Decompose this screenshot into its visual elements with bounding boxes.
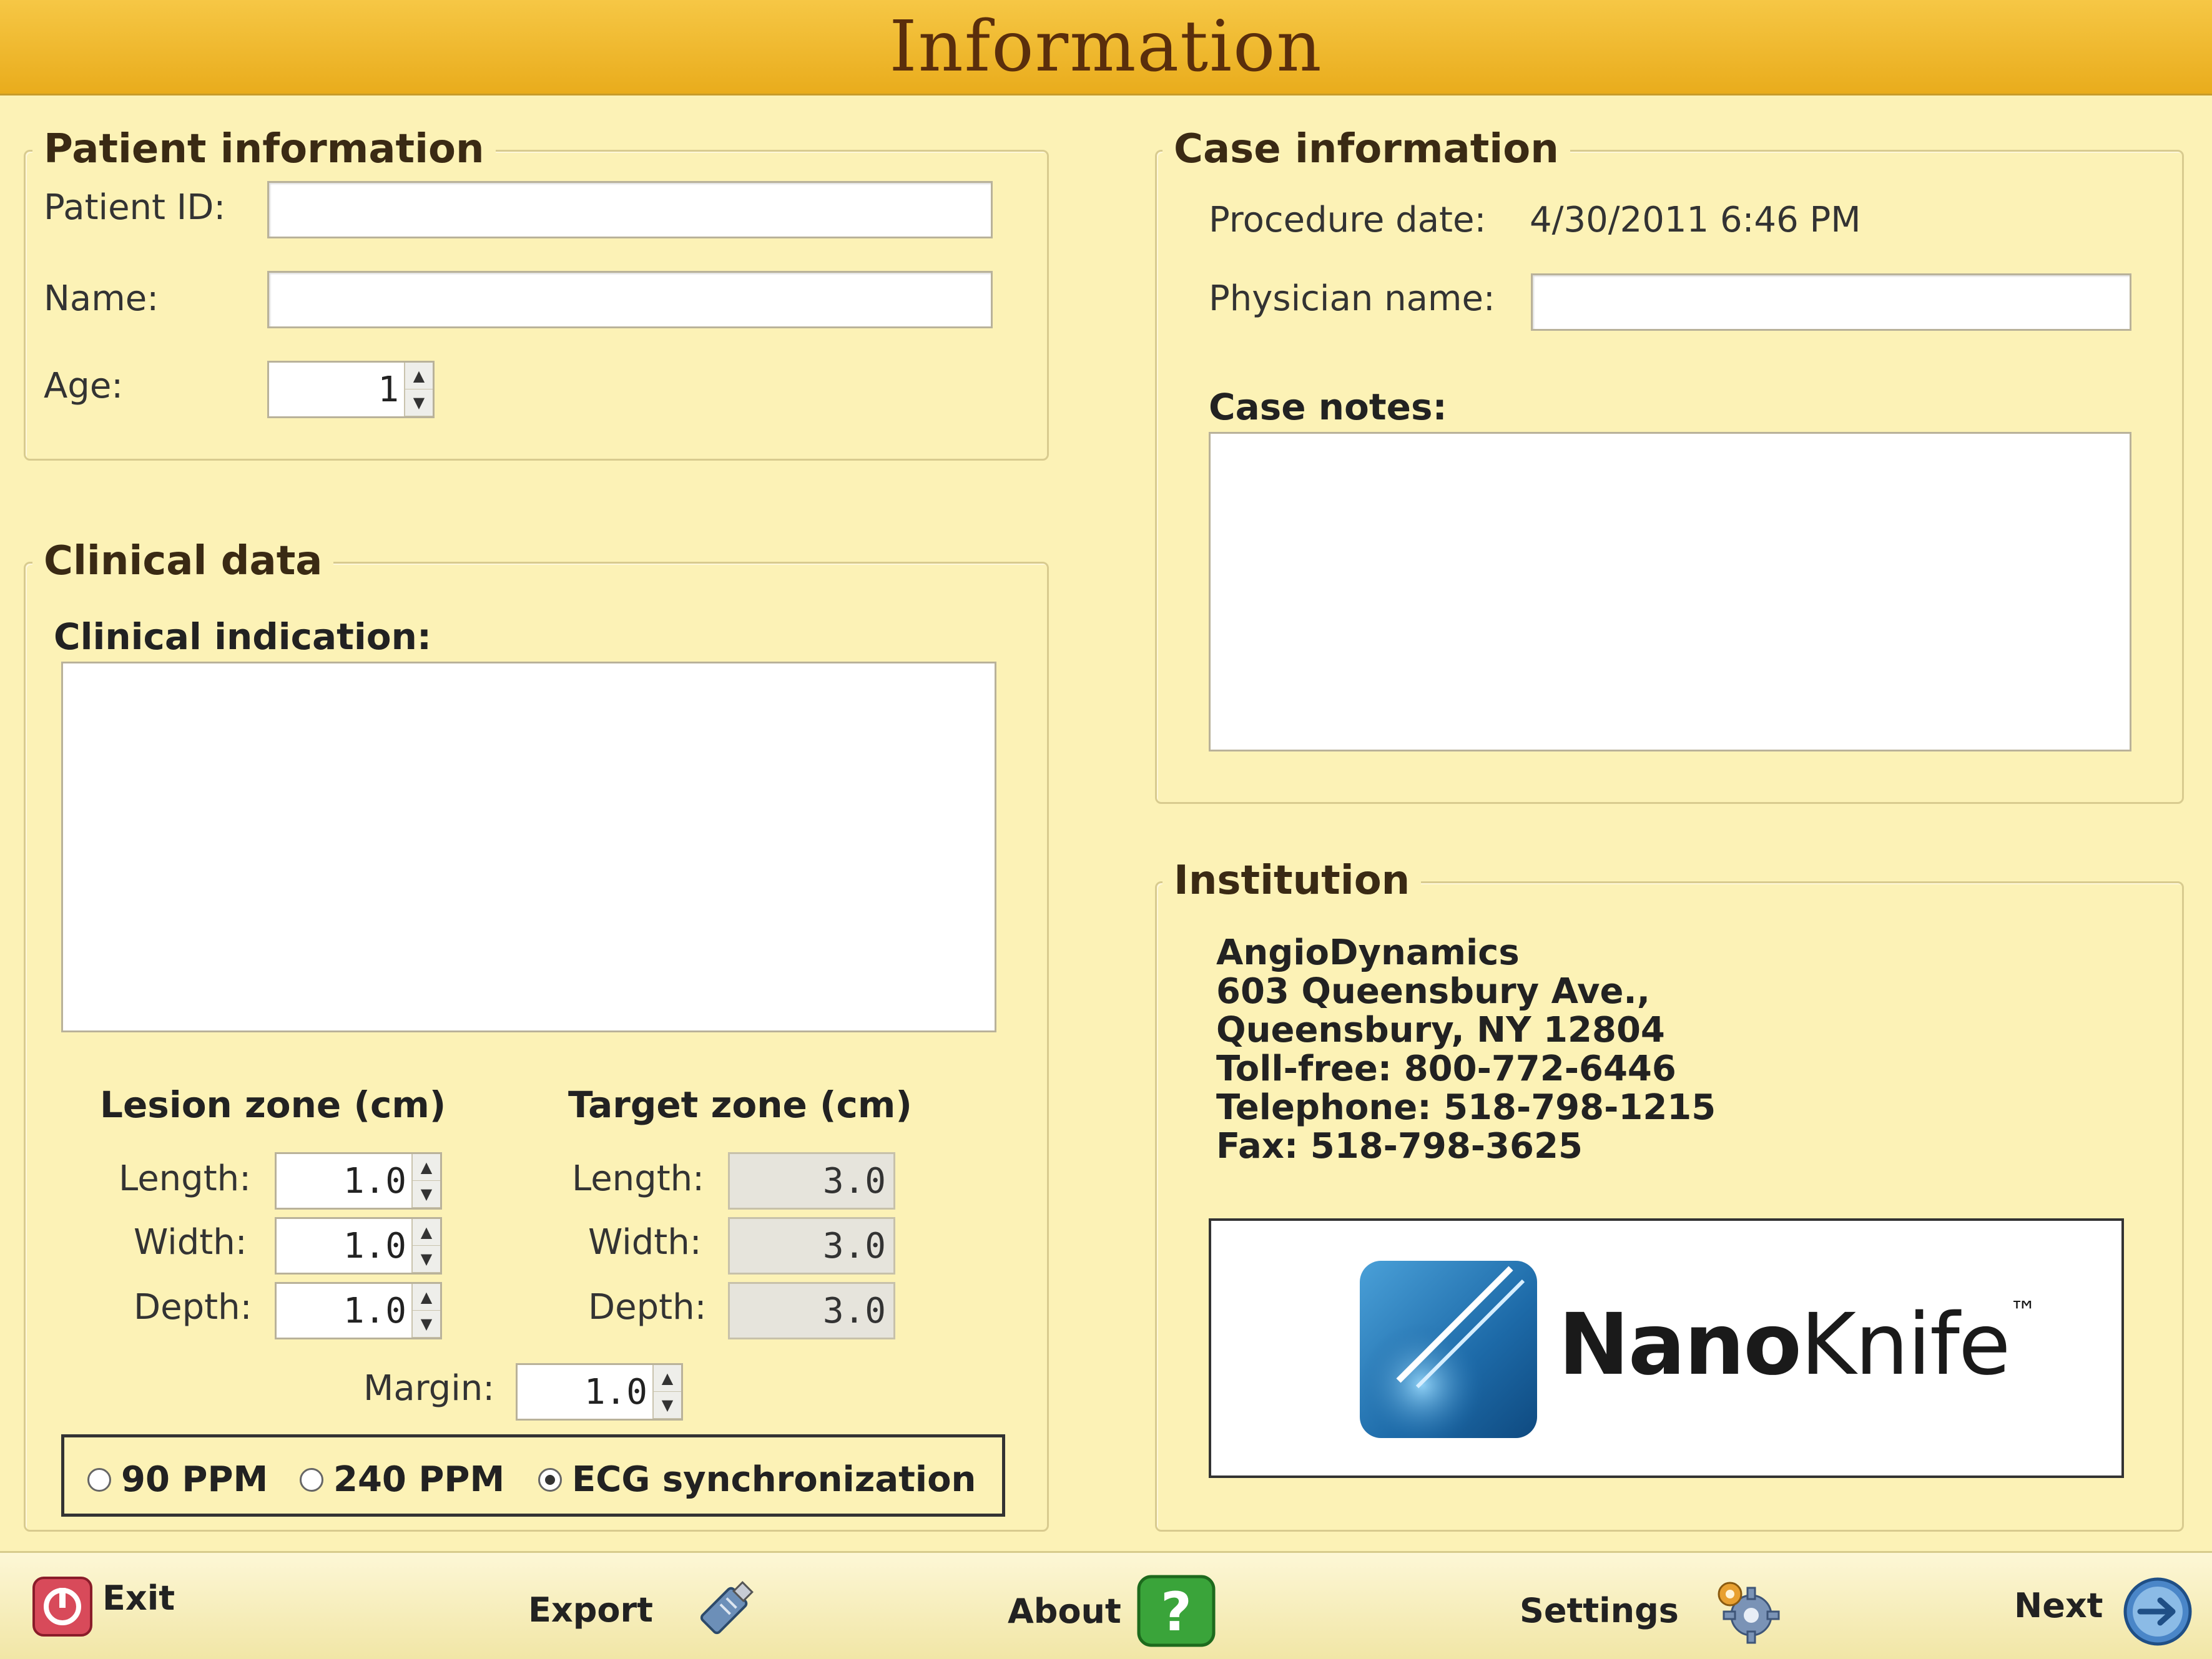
- lesion-depth-stepper[interactable]: 1.0 ▲ ▼: [275, 1282, 442, 1339]
- patient-id-label: Patient ID:: [44, 187, 226, 228]
- exit-button[interactable]: Exit: [31, 1575, 175, 1638]
- target-depth-value: 3.0: [728, 1282, 895, 1339]
- institution-line-company: AngioDynamics: [1216, 932, 1520, 973]
- about-button[interactable]: About ?: [1008, 1574, 1216, 1648]
- gear-icon: [1718, 1582, 1780, 1644]
- title-bar: Information: [0, 0, 2212, 95]
- radio-ecg-synchronization[interactable]: ECG synchronization: [538, 1459, 976, 1500]
- exit-icon: [32, 1577, 92, 1637]
- export-button[interactable]: Export: [528, 1575, 759, 1644]
- lesion-width-label: Width:: [134, 1222, 247, 1263]
- help-question-icon: ?: [1137, 1575, 1216, 1647]
- radio-240-ppm-label: 240 PPM: [333, 1459, 505, 1500]
- lesion-length-stepper[interactable]: 1.0 ▲ ▼: [275, 1152, 442, 1210]
- age-down-icon[interactable]: ▼: [405, 389, 433, 416]
- lesion-depth-value: 1.0: [343, 1290, 406, 1331]
- margin-stepper[interactable]: 1.0 ▲ ▼: [516, 1363, 683, 1421]
- exit-label: Exit: [102, 1578, 175, 1618]
- clinical-indication-label: Clinical indication:: [54, 615, 432, 658]
- clinical-indication-textarea[interactable]: [61, 662, 996, 1032]
- lesion-length-up-icon[interactable]: ▲: [413, 1154, 440, 1181]
- logo-text-knife: Knife: [1800, 1296, 2011, 1394]
- institution-line-fax: Fax: 518-798-3625: [1216, 1126, 1583, 1167]
- case-notes-label: Case notes:: [1209, 386, 1447, 428]
- radio-ecg-label: ECG synchronization: [572, 1459, 976, 1500]
- procedure-date-value: 4/30/2011 6:46 PM: [1530, 200, 1861, 240]
- radio-240-ppm[interactable]: 240 PPM: [300, 1459, 504, 1500]
- radio-90-ppm-icon: [87, 1467, 111, 1492]
- target-width-value: 3.0: [728, 1217, 895, 1275]
- footer-toolbar: Exit Export About ? Settings Next: [0, 1551, 2212, 1659]
- logo-text-nano: Nano: [1558, 1296, 1802, 1394]
- about-label: About: [1008, 1591, 1121, 1631]
- lesion-zone-title: Lesion zone (cm): [100, 1084, 446, 1126]
- arrow-right-icon: [2123, 1577, 2192, 1646]
- target-length-value: 3.0: [728, 1152, 895, 1210]
- name-label: Name:: [44, 278, 159, 319]
- patient-id-input[interactable]: [267, 181, 993, 238]
- lesion-length-down-icon[interactable]: ▼: [413, 1181, 440, 1208]
- margin-up-icon[interactable]: ▲: [654, 1365, 681, 1392]
- case-notes-textarea[interactable]: [1209, 432, 2131, 751]
- lesion-length-value: 1.0: [343, 1160, 406, 1201]
- lesion-width-value: 1.0: [343, 1225, 406, 1266]
- lesion-depth-label: Depth:: [134, 1287, 252, 1328]
- lesion-width-down-icon[interactable]: ▼: [413, 1246, 440, 1273]
- institution-line-telephone: Telephone: 518-798-1215: [1216, 1087, 1716, 1128]
- age-up-icon[interactable]: ▲: [405, 363, 433, 389]
- physician-name-label: Physician name:: [1209, 278, 1495, 319]
- case-information-legend: Case information: [1163, 126, 1570, 172]
- institution-legend: Institution: [1163, 858, 1422, 904]
- institution-line-address: 603 Queensbury Ave.,: [1216, 971, 1650, 1012]
- procedure-date-label: Procedure date:: [1209, 200, 1487, 240]
- settings-label: Settings: [1520, 1590, 1679, 1630]
- lesion-length-label: Length:: [119, 1158, 252, 1199]
- target-length-label: Length:: [572, 1158, 705, 1199]
- nanoknife-logo-icon: [1360, 1261, 1537, 1438]
- target-width-label: Width:: [588, 1222, 702, 1263]
- patient-information-legend: Patient information: [32, 126, 496, 172]
- radio-90-ppm[interactable]: 90 PPM: [87, 1459, 268, 1500]
- radio-ecg-selected-icon: [538, 1467, 562, 1492]
- settings-button[interactable]: Settings: [1520, 1575, 1781, 1645]
- target-zone-title: Target zone (cm): [568, 1084, 912, 1126]
- age-value: 1: [378, 369, 399, 410]
- physician-name-input[interactable]: [1531, 273, 2131, 331]
- age-stepper[interactable]: 1 ▲ ▼: [267, 361, 435, 418]
- target-depth-label: Depth:: [588, 1287, 707, 1328]
- svg-text:?: ?: [1161, 1581, 1192, 1643]
- margin-value: 1.0: [584, 1371, 647, 1412]
- lesion-width-stepper[interactable]: 1.0 ▲ ▼: [275, 1217, 442, 1275]
- institution-line-tollfree: Toll-free: 800-772-6446: [1216, 1049, 1676, 1089]
- next-label: Next: [2014, 1585, 2103, 1625]
- institution-line-city: Queensbury, NY 12804: [1216, 1010, 1665, 1050]
- window-title: Information: [889, 6, 1323, 87]
- usb-drive-icon: [700, 1581, 754, 1635]
- age-label: Age:: [44, 366, 124, 406]
- export-label: Export: [528, 1590, 653, 1630]
- radio-90-ppm-label: 90 PPM: [121, 1459, 268, 1500]
- margin-down-icon[interactable]: ▼: [654, 1392, 681, 1419]
- lesion-depth-down-icon[interactable]: ▼: [413, 1311, 440, 1338]
- name-input[interactable]: [267, 271, 993, 328]
- lesion-width-up-icon[interactable]: ▲: [413, 1219, 440, 1246]
- clinical-data-legend: Clinical data: [32, 538, 334, 584]
- next-button[interactable]: Next: [2014, 1575, 2194, 1648]
- nanoknife-logo: NanoKnife™: [1209, 1218, 2124, 1478]
- radio-240-ppm-icon: [300, 1467, 323, 1492]
- margin-label: Margin:: [363, 1368, 495, 1409]
- logo-tm: ™: [2009, 1296, 2037, 1328]
- lesion-depth-up-icon[interactable]: ▲: [413, 1284, 440, 1311]
